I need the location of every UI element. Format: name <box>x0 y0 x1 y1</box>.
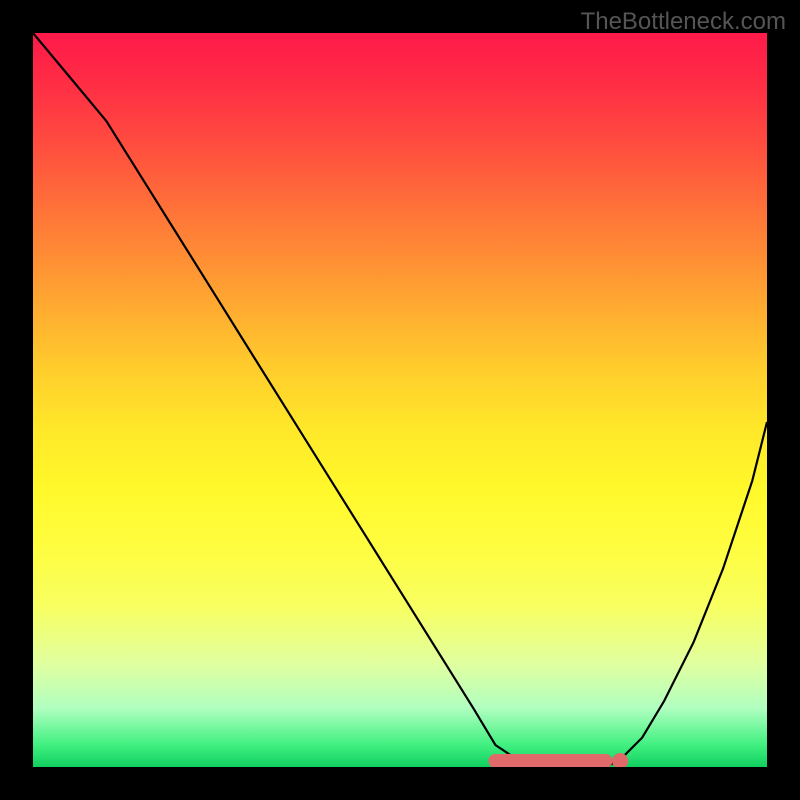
watermark-text: TheBottleneck.com <box>581 8 786 36</box>
chart-plot-area <box>33 33 767 767</box>
bottleneck-curve-line <box>33 33 767 767</box>
chart-svg <box>33 33 767 767</box>
